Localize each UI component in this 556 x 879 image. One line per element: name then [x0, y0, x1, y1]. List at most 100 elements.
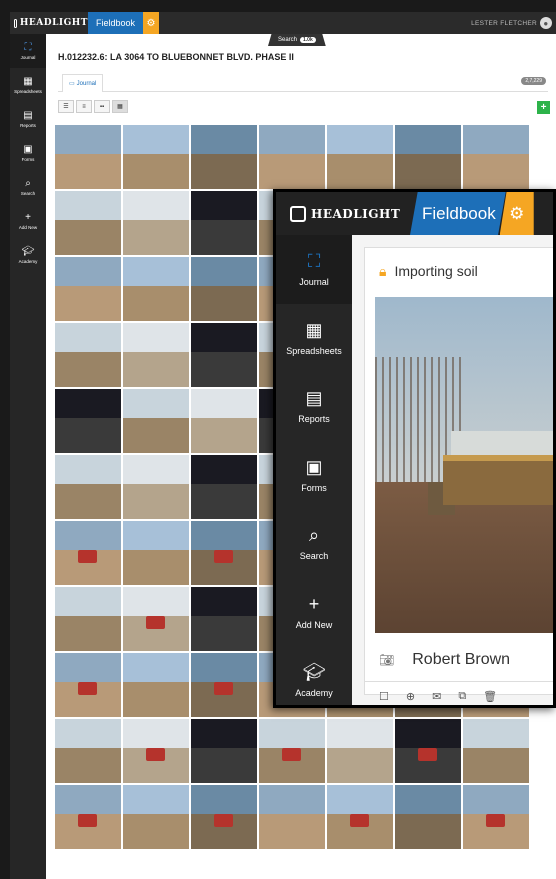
forms-icon: ▣: [305, 456, 323, 477]
search-tab[interactable]: Search 1.0k: [268, 34, 326, 46]
photo-thumbnail[interactable]: [327, 125, 393, 189]
mobile-sidebar-label: Spreadsheets: [286, 345, 342, 356]
photo-thumbnail[interactable]: [191, 389, 257, 453]
entry-photo[interactable]: [375, 297, 553, 633]
sidebar-item-label: Journal: [20, 55, 36, 60]
user-name: LESTER FLETCHER: [471, 19, 537, 27]
sidebar-item-academy[interactable]: 🎓︎ Academy: [10, 238, 46, 272]
mobile-sidebar-item-academy[interactable]: 🎓︎ Academy: [276, 646, 352, 705]
photo-thumbnail[interactable]: [191, 653, 257, 717]
photo-thumbnail[interactable]: [55, 323, 121, 387]
mobile-settings-gear-icon[interactable]: ⚙: [499, 192, 534, 235]
headlight-logo-icon: [14, 18, 17, 28]
photo-thumbnail[interactable]: [123, 653, 189, 717]
small-grid-view-icon[interactable]: ▦: [112, 100, 128, 113]
mobile-sidebar-label: Academy: [295, 688, 333, 699]
photo-thumbnail[interactable]: [123, 587, 189, 651]
mobile-fieldbook-tab[interactable]: Fieldbook: [410, 192, 506, 235]
photo-thumbnail[interactable]: [259, 719, 325, 783]
tab-bar: ▭ Journal 2,7,229: [58, 72, 548, 92]
add-entry-button[interactable]: +: [537, 101, 550, 114]
photo-thumbnail[interactable]: [463, 719, 529, 783]
photo-thumbnail[interactable]: [395, 719, 461, 783]
page-title: H.012232.6: LA 3064 TO BLUEBONNET BLVD. …: [58, 52, 294, 62]
photo-thumbnail[interactable]: [191, 125, 257, 189]
mobile-sidebar-item-search[interactable]: ⌕ Search: [276, 509, 352, 578]
copy-icon[interactable]: ⧉: [458, 690, 466, 703]
detail-list-view-icon[interactable]: ≡: [76, 100, 92, 113]
sidebar-item-add-new[interactable]: + Add New: [10, 204, 46, 238]
sidebar-item-journal[interactable]: ⛶ Journal: [10, 34, 46, 68]
photo-thumbnail[interactable]: [55, 191, 121, 255]
search-tab-label: Search: [278, 37, 298, 43]
mobile-sidebar-label: Search: [299, 551, 329, 562]
select-checkbox[interactable]: ☐: [379, 690, 389, 703]
camera-icon: 📷︎: [379, 653, 395, 667]
sidebar-item-forms[interactable]: ▣ Forms: [10, 136, 46, 170]
photo-thumbnail[interactable]: [327, 719, 393, 783]
user-menu[interactable]: LESTER FLETCHER ●: [471, 17, 556, 29]
sidebar-item-label: Forms: [21, 157, 35, 162]
entry-header: 🔒︎ Importing soil: [365, 248, 553, 294]
journal-entry-card[interactable]: 🔒︎ Importing soil 📷︎ Robert Brown ☐ ⊕ ✉ …: [364, 247, 553, 703]
photo-thumbnail[interactable]: [55, 125, 121, 189]
photo-thumbnail[interactable]: [463, 125, 529, 189]
tab-journal[interactable]: ▭ Journal: [62, 74, 104, 92]
sidebar-item-label: Add New: [18, 225, 38, 230]
photo-thumbnail[interactable]: [123, 785, 189, 849]
photo-thumbnail[interactable]: [191, 455, 257, 519]
headlight-logo[interactable]: HEADLIGHT: [10, 18, 88, 28]
list-view-icon[interactable]: ☰: [58, 100, 74, 113]
sidebar-item-spreadsheets[interactable]: ▦ Spreadsheets: [10, 68, 46, 102]
photo-thumbnail[interactable]: [259, 785, 325, 849]
photo-thumbnail[interactable]: [55, 653, 121, 717]
settings-gear-icon[interactable]: ⚙: [143, 12, 160, 34]
photo-thumbnail[interactable]: [55, 455, 121, 519]
photo-thumbnail[interactable]: [259, 125, 325, 189]
photo-thumbnail[interactable]: [123, 389, 189, 453]
photo-thumbnail[interactable]: [55, 785, 121, 849]
photo-thumbnail[interactable]: [55, 521, 121, 585]
photo-thumbnail[interactable]: [191, 785, 257, 849]
photo-thumbnail[interactable]: [395, 785, 461, 849]
large-grid-view-icon[interactable]: ▪▪: [94, 100, 110, 113]
photo-thumbnail[interactable]: [191, 323, 257, 387]
mobile-sidebar-item-reports[interactable]: ▤ Reports: [276, 372, 352, 441]
photo-thumbnail[interactable]: [123, 191, 189, 255]
photo-thumbnail[interactable]: [123, 257, 189, 321]
photo-thumbnail[interactable]: [55, 389, 121, 453]
photo-thumbnail[interactable]: [463, 785, 529, 849]
left-sidebar: ⛶ Journal ▦ Spreadsheets ▤ Reports ▣ For…: [10, 34, 46, 879]
plus-icon: +: [308, 593, 320, 614]
photo-thumbnail[interactable]: [191, 587, 257, 651]
photo-thumbnail[interactable]: [123, 323, 189, 387]
photo-thumbnail[interactable]: [191, 257, 257, 321]
headlight-logo-icon: [290, 205, 306, 222]
mobile-sidebar-item-journal[interactable]: ⛶ Journal: [276, 235, 352, 304]
photo-thumbnail[interactable]: [191, 719, 257, 783]
photo-thumbnail[interactable]: [395, 125, 461, 189]
trash-icon[interactable]: 🗑︎: [483, 690, 497, 703]
photo-thumbnail[interactable]: [123, 719, 189, 783]
mobile-sidebar-item-spreadsheets[interactable]: ▦ Spreadsheets: [276, 304, 352, 373]
sidebar-item-reports[interactable]: ▤ Reports: [10, 102, 46, 136]
photo-thumbnail[interactable]: [55, 719, 121, 783]
fieldbook-tab[interactable]: Fieldbook: [88, 12, 144, 34]
sidebar-item-search[interactable]: ⌕ Search: [10, 170, 46, 204]
mobile-headlight-logo[interactable]: HEADLIGHT: [276, 205, 414, 222]
mobile-sidebar-item-forms[interactable]: ▣ Forms: [276, 441, 352, 510]
photo-thumbnail[interactable]: [327, 785, 393, 849]
journal-tab-icon: ▭: [69, 81, 75, 87]
email-icon[interactable]: ✉: [432, 690, 441, 703]
photo-thumbnail[interactable]: [191, 521, 257, 585]
photo-thumbnail[interactable]: [55, 587, 121, 651]
graduation-cap-icon: 🎓︎: [302, 662, 326, 683]
zoom-in-icon[interactable]: ⊕: [406, 690, 415, 703]
photo-thumbnail[interactable]: [191, 191, 257, 255]
photo-thumbnail[interactable]: [123, 521, 189, 585]
photo-thumbnail[interactable]: [123, 125, 189, 189]
photo-thumbnail[interactable]: [55, 257, 121, 321]
mobile-sidebar-label: Add New: [295, 619, 333, 630]
mobile-sidebar-item-add-new[interactable]: + Add New: [276, 578, 352, 647]
photo-thumbnail[interactable]: [123, 455, 189, 519]
